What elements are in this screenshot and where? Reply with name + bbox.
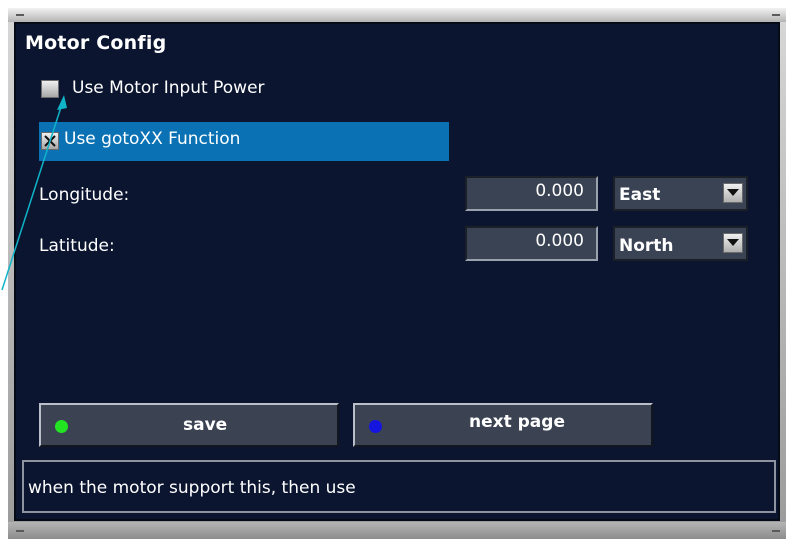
status-bar: when the motor support this, then use [22, 460, 776, 513]
window-frame-bottom [8, 522, 786, 539]
save-button[interactable]: save [39, 403, 339, 447]
longitude-direction-value: East [619, 185, 661, 205]
dropdown-arrow-icon[interactable] [723, 233, 743, 253]
frame-mark [772, 14, 780, 16]
latitude-direction-value: North [619, 236, 674, 256]
frame-mark [16, 530, 24, 532]
motor-input-power-label[interactable]: Use Motor Input Power [72, 78, 265, 98]
latitude-direction-select[interactable]: North [613, 226, 748, 261]
dropdown-arrow-icon[interactable] [723, 183, 743, 203]
gotoxx-checkbox[interactable] [41, 132, 59, 150]
green-dot-icon [55, 420, 68, 433]
next-page-button[interactable]: next page [353, 403, 653, 447]
longitude-value: 0.000 [535, 181, 584, 201]
latitude-label: Latitude: [39, 236, 115, 256]
frame-mark [772, 530, 780, 532]
blue-dot-icon [369, 420, 382, 433]
latitude-input[interactable]: 0.000 [465, 226, 598, 261]
latitude-value: 0.000 [535, 231, 584, 251]
frame-mark [16, 14, 24, 16]
save-button-label: save [183, 415, 228, 435]
longitude-label: Longitude: [39, 185, 130, 205]
status-text: when the motor support this, then use [28, 478, 356, 498]
longitude-input[interactable]: 0.000 [465, 176, 598, 211]
checkbox-checked-icon [44, 135, 56, 147]
next-page-button-label: next page [469, 412, 565, 432]
window-frame-top [8, 8, 786, 22]
gotoxx-label[interactable]: Use gotoXX Function [64, 129, 240, 149]
motor-input-power-checkbox[interactable] [41, 80, 59, 98]
longitude-direction-select[interactable]: East [613, 176, 748, 211]
page-title: Motor Config [25, 32, 167, 54]
